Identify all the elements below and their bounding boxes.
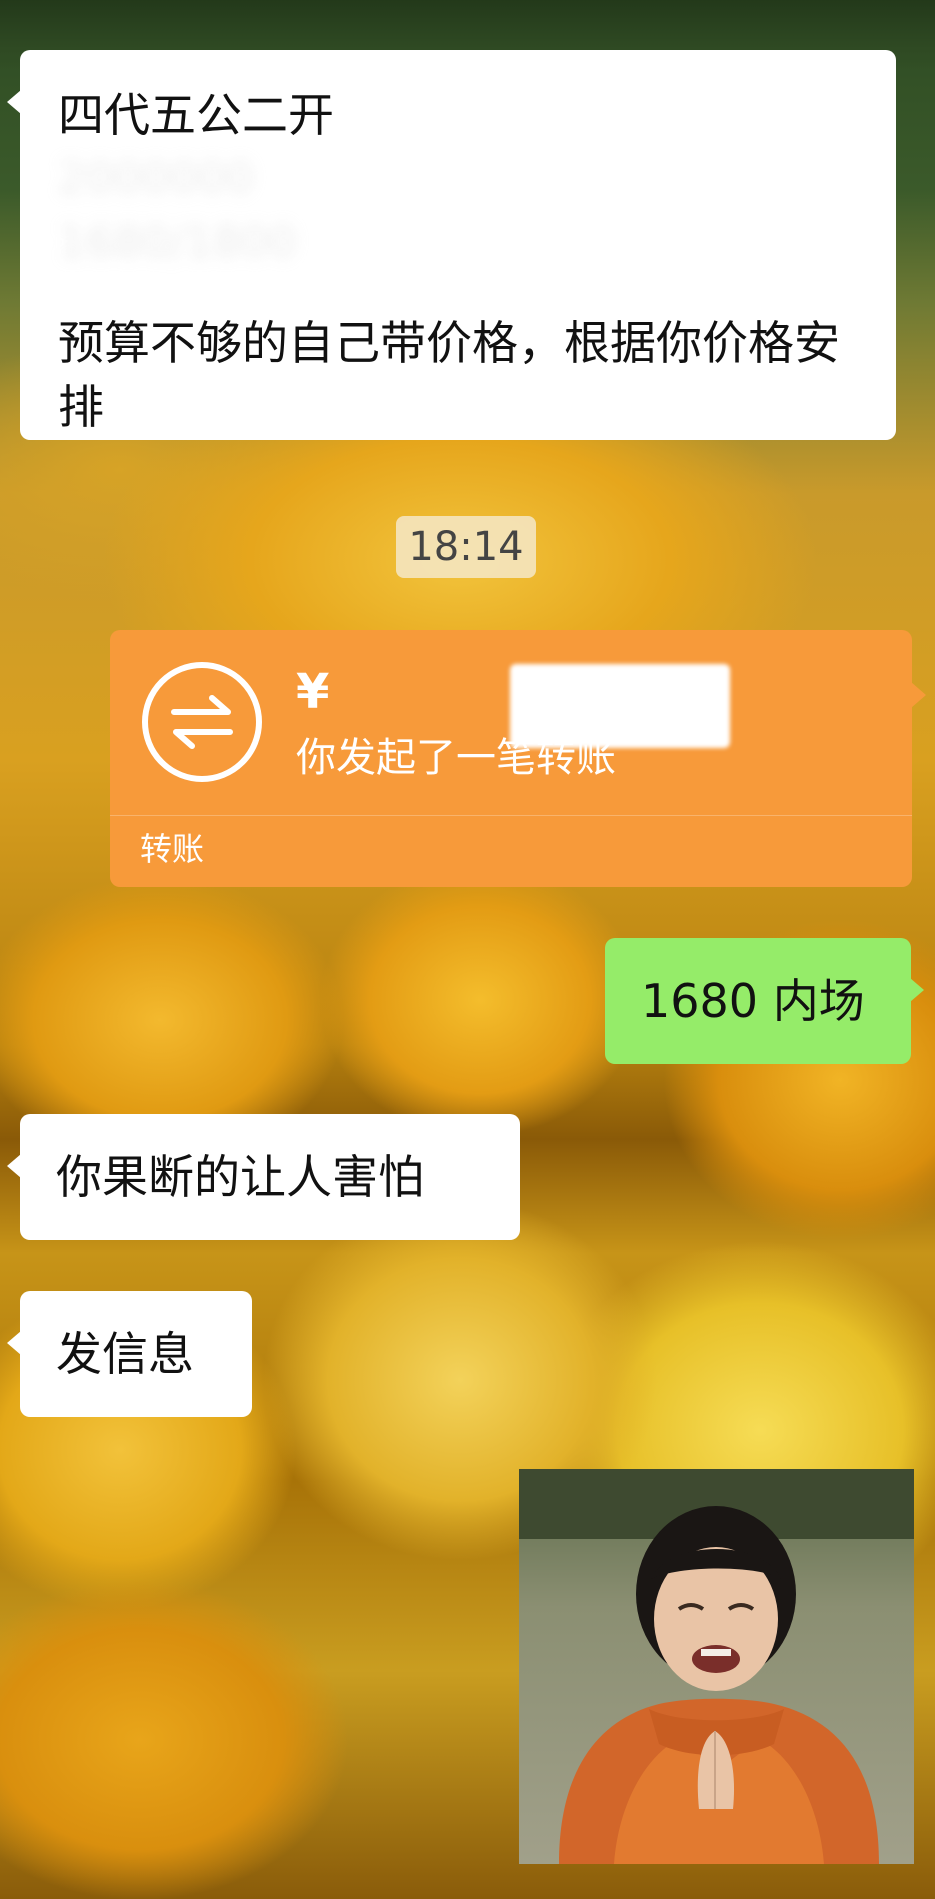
sticker-image[interactable] xyxy=(519,1469,914,1864)
blurred-line: 1680/1800 xyxy=(58,217,297,268)
transfer-description: 你发起了一笔转账 xyxy=(296,735,616,781)
transfer-card[interactable]: ¥ 你发起了一笔转账 转账 xyxy=(110,630,926,887)
currency-symbol: ¥ xyxy=(296,664,330,720)
blurred-line: 2000000 xyxy=(58,153,254,204)
transfer-arrows-icon xyxy=(142,662,262,782)
message-bubble-outgoing[interactable]: 1680 内场 xyxy=(605,938,924,1064)
divider xyxy=(110,815,912,816)
message-timestamp: 18:14 xyxy=(396,516,536,578)
message-bubble-incoming[interactable]: 你果断的让人害怕 xyxy=(7,1114,520,1240)
message-text: 发信息 xyxy=(56,1327,194,1381)
message-line: 四代五公二开 xyxy=(58,88,334,142)
crying-child-praying-sticker xyxy=(519,1469,914,1864)
message-text: 你果断的让人害怕 xyxy=(56,1150,424,1204)
message-text: 1680 内场 xyxy=(641,974,865,1028)
message-line: 预算不够的自己带价格，根据你价格安排 xyxy=(58,316,840,434)
message-bubble-incoming[interactable]: 四代五公二开 2000000 1680/1800 预算不够的自己带价格，根据你价… xyxy=(7,50,896,440)
transfer-label: 转账 xyxy=(140,830,205,868)
transfer-amount: ¥ xyxy=(296,662,730,748)
message-bubble-incoming[interactable]: 发信息 xyxy=(7,1291,252,1417)
